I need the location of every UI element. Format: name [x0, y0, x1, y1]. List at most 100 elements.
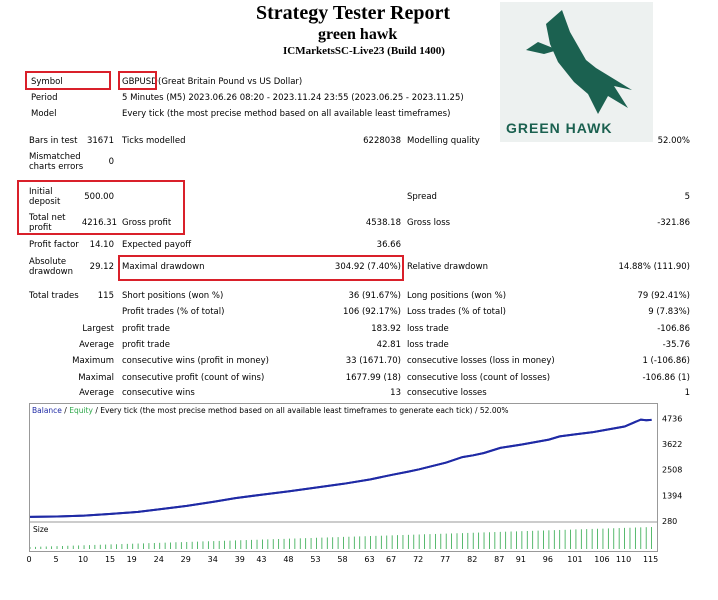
deposit-label-1: Initial: [29, 187, 53, 197]
largest-label: Largest: [82, 324, 114, 334]
x-tick-label: 24: [154, 555, 164, 564]
mcw-label: consecutive wins (profit in money): [122, 356, 269, 366]
absdd-label-1: Absolute: [29, 257, 67, 267]
y-tick-label: 2508: [662, 466, 682, 475]
x-tick-label: 106: [594, 555, 609, 564]
largest-loss-label: loss trade: [407, 324, 449, 334]
maximal-label: Maximal: [78, 373, 114, 383]
deposit-value: 500.00: [84, 192, 114, 202]
largest-profit-label: profit trade: [122, 324, 170, 334]
acl-value: 1: [684, 388, 690, 398]
mcw-value: 33 (1671.70): [345, 356, 401, 366]
period-label: Period: [31, 93, 58, 103]
acl-label: consecutive losses: [407, 388, 487, 398]
chart-plot: Size: [30, 418, 657, 549]
average-loss-label: loss trade: [407, 340, 449, 350]
x-tick-label: 77: [440, 555, 450, 564]
model-label: Model: [31, 109, 57, 119]
grossprofit-label: Gross profit: [122, 218, 172, 228]
absdd-label-2: drawdown: [29, 267, 73, 277]
ticks-value: 6228038: [363, 136, 401, 146]
mismatch-value: 0: [108, 157, 114, 167]
mismatch-label-2: charts errors: [29, 162, 84, 172]
mcl-label: consecutive losses (loss in money): [407, 356, 555, 366]
x-tick-label: 82: [467, 555, 477, 564]
acw-label: consecutive wins: [122, 388, 195, 398]
y-tick-label: 1394: [662, 491, 682, 500]
series-line-equity: [30, 419, 652, 518]
logo-text: GREEN HAWK: [506, 120, 613, 136]
maxdd-label: Maximal drawdown: [122, 262, 205, 272]
long-value: 79 (92.41%): [637, 291, 690, 301]
mcl-value: 1 (-106.86): [642, 356, 690, 366]
reldd-value: 14.88% (111.90): [618, 262, 691, 272]
symbol-label-highlight: [25, 71, 111, 90]
green-hawk-logo: GREEN HAWK: [500, 2, 653, 142]
x-tick-label: 39: [235, 555, 245, 564]
pt-label: Profit trades (% of total): [122, 307, 225, 317]
x-tick-label: 67: [386, 555, 396, 564]
avgc-label: Average: [79, 388, 114, 398]
payoff-value: 36.66: [376, 240, 401, 250]
lt-label: Loss trades (% of total): [407, 307, 506, 317]
symbol-description: (Great Britain Pound vs US Dollar): [158, 77, 303, 87]
pf-label: Profit factor: [29, 240, 79, 250]
x-tick-label: 15: [105, 555, 115, 564]
trades-value: 115: [97, 291, 114, 301]
y-tick-label: 280: [662, 517, 677, 526]
reldd-label: Relative drawdown: [407, 262, 488, 272]
period-value: 5 Minutes (M5) 2023.06.26 08:20 - 2023.1…: [122, 93, 464, 103]
x-tick-label: 5: [53, 555, 58, 564]
x-tick-label: 34: [208, 555, 218, 564]
series-line-balance-top: [30, 418, 652, 518]
x-tick-label: 19: [127, 555, 137, 564]
ticks-label: Ticks modelled: [122, 136, 186, 146]
y-tick-label: 3622: [662, 440, 682, 449]
x-tick-label: 110: [616, 555, 631, 564]
x-tick-label: 48: [283, 555, 293, 564]
x-tick-label: 10: [78, 555, 88, 564]
size-label: Size: [33, 525, 49, 534]
spread-value: 5: [684, 192, 690, 202]
grossloss-value: -321.86: [657, 218, 690, 228]
model-value: Every tick (the most precise method base…: [122, 109, 451, 119]
x-tick-label: 72: [413, 555, 423, 564]
absdd-value: 29.12: [89, 262, 114, 272]
mclc-value: -106.86 (1): [642, 373, 690, 383]
x-tick-label: 58: [337, 555, 347, 564]
x-tick-label: 115: [643, 555, 658, 564]
short-label: Short positions (won %): [122, 291, 224, 301]
series-line-balance: [30, 418, 652, 518]
largest-profit-value: 183.92: [371, 324, 401, 334]
quality-value: 52.00%: [657, 136, 690, 146]
pt-value: 106 (92.17%): [343, 307, 401, 317]
netprofit-label-2: profit: [29, 223, 52, 233]
netprofit-label-1: Total net: [29, 213, 66, 223]
y-tick-label: 4736: [662, 414, 682, 423]
x-tick-label: 53: [310, 555, 320, 564]
x-tick-label: 87: [494, 555, 504, 564]
maxdd-value: 304.92 (7.40%): [334, 262, 401, 272]
grossloss-label: Gross loss: [407, 218, 451, 228]
symbol-code-highlight: [118, 71, 157, 90]
payoff-label: Expected payoff: [122, 240, 192, 250]
mcp-label: consecutive profit (count of wins): [122, 373, 265, 383]
x-tick-label: 29: [181, 555, 191, 564]
trades-label: Total trades: [29, 291, 79, 301]
average-profit-label: profit trade: [122, 340, 170, 350]
deposit-label-2: deposit: [29, 197, 61, 207]
bars-label: Bars in test: [29, 136, 78, 146]
x-tick-label: 43: [256, 555, 266, 564]
x-tick-label: 96: [543, 555, 553, 564]
spread-label: Spread: [407, 192, 437, 202]
pf-value: 14.10: [89, 240, 114, 250]
mclc-label: consecutive loss (count of losses): [407, 373, 551, 383]
acw-value: 13: [390, 388, 401, 398]
mismatch-label-1: Mismatched: [29, 152, 81, 162]
maximum-label: Maximum: [72, 356, 114, 366]
report-subtitle: green hawk: [318, 26, 398, 43]
grossprofit-value: 4538.18: [365, 218, 401, 228]
lt-value: 9 (7.83%): [648, 307, 690, 317]
x-tick-label: 0: [26, 555, 31, 564]
long-label: Long positions (won %): [407, 291, 507, 301]
